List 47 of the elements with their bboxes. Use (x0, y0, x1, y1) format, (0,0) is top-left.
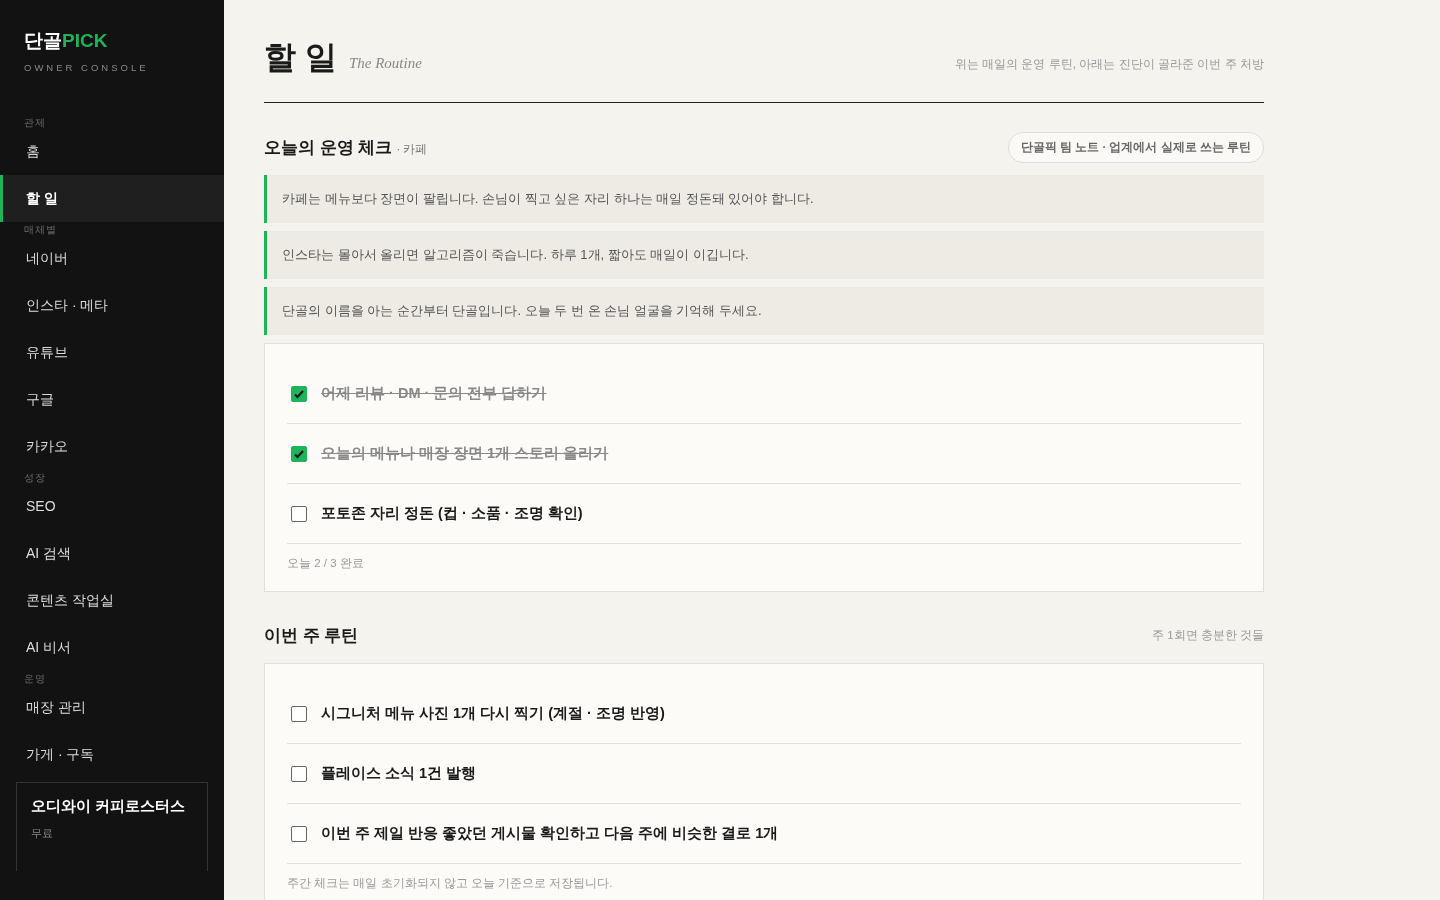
task-label: 이번 주 제일 반응 좋았던 게시물 확인하고 다음 주에 비슷한 결로 1개 (321, 824, 779, 843)
nav-item[interactable]: 콘텐츠 작업실 (0, 577, 224, 624)
checkbox[interactable] (291, 705, 307, 722)
task-label: 포토존 자리 정돈 (컵 · 소품 · 조명 확인) (321, 504, 583, 523)
task-label: 시그니처 메뉴 사진 1개 다시 찍기 (계절 · 조명 반영) (321, 704, 665, 723)
section-note: 주 1회면 충분한 것들 (1152, 628, 1264, 643)
nav-section-label: 운영 (23, 673, 46, 684)
footnote: 주간 체크는 매일 초기화되지 않고 오늘 기준으로 저장됩니다. (287, 876, 614, 891)
nav-item[interactable]: 네이버 (0, 235, 224, 282)
logo: 단골PICK (23, 29, 108, 53)
team-note-tag: 단골픽 팀 노트 · 업계에서 실제로 쓰는 루틴 (1007, 132, 1264, 163)
nav-item[interactable]: 할 일 (0, 175, 224, 222)
console-subtitle: OWNER CONSOLE (23, 62, 149, 73)
checkbox[interactable] (291, 385, 307, 402)
nav-item[interactable]: SEO (0, 483, 224, 530)
nav-item[interactable]: 인스타 · 메타 (0, 282, 224, 329)
nav-item[interactable]: 구글 (0, 376, 224, 423)
nav-item[interactable]: 가게 · 구독 (0, 731, 224, 778)
nav-section-label: 성장 (23, 472, 46, 483)
nav-item[interactable]: 카카오 (0, 423, 224, 470)
tip-callout: 카페는 메뉴보다 장면이 팔립니다. 손님이 찍고 싶은 자리 하나는 매일 정돈돼 있어야 합니다. (264, 175, 1264, 223)
page-subtitle: The Routine (348, 55, 422, 72)
page-note: 위는 매일의 운영 루틴, 아래는 진단이 골라준 이번 주 처방 (954, 56, 1264, 73)
checkbox[interactable] (291, 445, 307, 462)
nav-item[interactable]: 유튜브 (0, 329, 224, 376)
progress-text: 오늘 2 / 3 완료 (287, 556, 365, 571)
task-label: 어제 리뷰 · DM · 문의 전부 답하기 (321, 384, 547, 403)
task-label: 오늘의 메뉴나 매장 장면 1개 스토리 올리기 (321, 444, 609, 463)
task-label: 플레이스 소식 1건 발행 (321, 764, 477, 783)
category-label: · 카페 (396, 141, 428, 157)
checkbox[interactable] (291, 765, 307, 782)
store-name: 오디와이 커피로스터스 (31, 797, 187, 816)
section-title: 오늘의 운영 체크 (264, 137, 393, 159)
nav-item[interactable]: AI 검색 (0, 530, 224, 577)
nav-item[interactable]: 매장 관리 (0, 684, 224, 731)
nav-section-label: 매체별 (23, 224, 57, 235)
section-title: 이번 주 루틴 (264, 625, 359, 647)
page-title: 할 일 (264, 38, 337, 77)
tip-callout: 인스타는 몰아서 올리면 알고리즘이 죽습니다. 하루 1개, 짧아도 매일이 이깁니다. (264, 231, 1264, 279)
store-card[interactable]: 오디와이 커피로스터스 무료 (16, 782, 208, 871)
checkbox[interactable] (291, 505, 307, 522)
store-plan: 무료 (31, 826, 54, 841)
nav-item[interactable]: AI 비서 (0, 624, 224, 671)
checkbox[interactable] (291, 825, 307, 842)
nav-section-label: 관제 (23, 117, 46, 128)
tip-callout: 단골의 이름을 아는 순간부터 단골입니다. 오늘 두 번 온 손님 얼굴을 기억해 두세요. (264, 287, 1264, 335)
nav-item[interactable]: 홈 (0, 128, 224, 175)
